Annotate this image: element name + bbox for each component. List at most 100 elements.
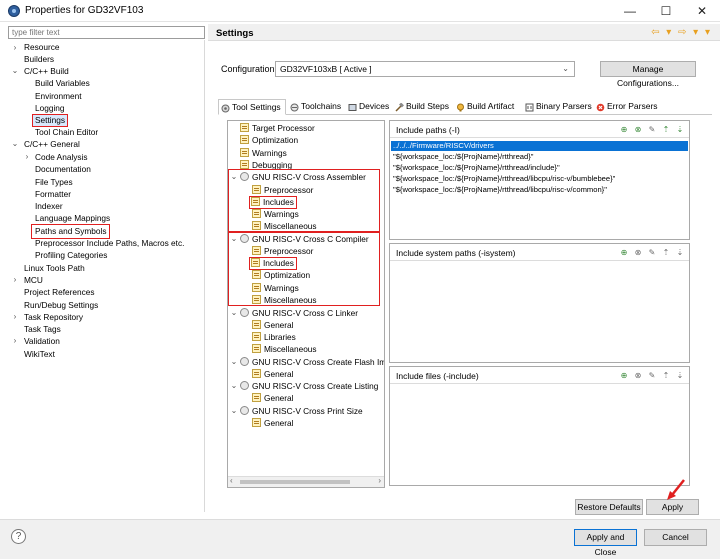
delete-icon[interactable]: ⊗ (633, 248, 643, 258)
help-icon[interactable]: ? (11, 529, 26, 544)
delete-icon[interactable]: ⊗ (633, 125, 643, 135)
tool-item-create-listing[interactable]: GNU RISC-V Cross Create Listing (240, 381, 378, 392)
edit-icon[interactable]: ✎ (647, 248, 657, 258)
add-icon[interactable]: ⊕ (619, 248, 629, 258)
chevron-down-icon[interactable]: ⌄ (230, 357, 238, 366)
back-forward-arrows-icon[interactable]: ⇦ ▾ ⇨ ▾ ▾ (651, 27, 712, 38)
scroll-right-icon[interactable]: › (378, 476, 381, 485)
nav-item-preprocessor-include-paths[interactable]: Preprocessor Include Paths, Macros etc. (35, 238, 184, 249)
nav-item-mcu[interactable]: MCU (24, 275, 43, 286)
tool-item-gnu-riscv-assembler[interactable]: GNU RISC-V Cross Assembler (240, 172, 366, 183)
tab-toolchains[interactable]: Toolchains (288, 99, 344, 115)
nav-item-file-types[interactable]: File Types (35, 177, 73, 188)
chevron-down-icon[interactable]: ⌄ (230, 172, 238, 181)
nav-item-builders[interactable]: Builders (24, 54, 54, 65)
nav-item-linux-tools-path[interactable]: Linux Tools Path (24, 263, 85, 274)
configuration-select[interactable]: GD32VF103xB [ Active ] ⌄ (275, 61, 575, 77)
tool-item-optimization[interactable]: Optimization (240, 135, 298, 146)
tool-item-linker-libraries[interactable]: Libraries (252, 332, 296, 343)
tool-item-c-preprocessor[interactable]: Preprocessor (252, 246, 313, 257)
chevron-down-icon[interactable]: ⌄ (230, 234, 238, 243)
horizontal-scrollbar[interactable]: ‹ › (228, 476, 384, 487)
chevron-down-icon[interactable]: ⌄ (11, 66, 19, 75)
add-icon[interactable]: ⊕ (619, 371, 629, 381)
nav-item-cpp-general[interactable]: C/C++ General (24, 139, 80, 150)
tool-item-linker-general[interactable]: General (252, 320, 294, 331)
nav-item-code-analysis[interactable]: Code Analysis (35, 152, 88, 163)
include-path-row[interactable]: "${workspace_loc:/${ProjName}/rtthread}" (391, 152, 533, 162)
tool-item-asm-includes[interactable]: Includes (249, 196, 297, 209)
tool-item-flash-general[interactable]: General (252, 369, 294, 380)
chevron-right-icon[interactable]: › (23, 152, 31, 161)
tool-item-gnu-riscv-c-linker[interactable]: GNU RISC-V Cross C Linker (240, 308, 358, 319)
move-up-icon[interactable]: ⇡ (661, 125, 671, 135)
move-up-icon[interactable]: ⇡ (661, 371, 671, 381)
nav-item-task-tags[interactable]: Task Tags (24, 324, 61, 335)
tool-item-listing-general[interactable]: General (252, 393, 294, 404)
nav-item-cpp-build[interactable]: C/C++ Build (24, 66, 69, 77)
move-up-icon[interactable]: ⇡ (661, 248, 671, 258)
nav-item-profiling-categories[interactable]: Profiling Categories (35, 250, 107, 261)
include-path-row[interactable]: "${workspace_loc:/${ProjName}/rtthread/l… (391, 174, 615, 184)
tool-item-print-size[interactable]: GNU RISC-V Cross Print Size (240, 406, 363, 417)
chevron-down-icon[interactable]: ⌄ (230, 381, 238, 390)
tab-devices[interactable]: Devices (346, 99, 390, 115)
tool-item-c-optimization[interactable]: Optimization (252, 270, 310, 281)
tool-item-gnu-riscv-c-compiler[interactable]: GNU RISC-V Cross C Compiler (240, 234, 369, 245)
chevron-right-icon[interactable]: › (11, 43, 19, 52)
move-down-icon[interactable]: ⇣ (675, 371, 685, 381)
nav-item-build-variables[interactable]: Build Variables (35, 78, 90, 89)
nav-item-validation[interactable]: Validation (24, 336, 60, 347)
scrollbar-thumb[interactable] (240, 480, 350, 484)
minimize-button[interactable]: — (612, 0, 648, 22)
tool-item-asm-warnings[interactable]: Warnings (252, 209, 299, 220)
nav-item-formatter[interactable]: Formatter (35, 189, 71, 200)
move-down-icon[interactable]: ⇣ (675, 248, 685, 258)
tab-tool-settings[interactable]: Tool Settings (218, 99, 286, 115)
scroll-left-icon[interactable]: ‹ (230, 476, 233, 485)
include-path-row[interactable]: ../../../Firmware/RISCV/drivers (391, 141, 688, 151)
nav-item-tool-chain-editor[interactable]: Tool Chain Editor (35, 127, 98, 138)
edit-icon[interactable]: ✎ (647, 371, 657, 381)
nav-item-task-repository[interactable]: Task Repository (24, 312, 83, 323)
manage-configurations-button[interactable]: Manage Configurations... (600, 61, 696, 88)
tool-item-create-flash-image[interactable]: GNU RISC-V Cross Create Flash Imag (240, 357, 384, 368)
tab-build-artifact[interactable]: Build Artifact (454, 99, 520, 115)
chevron-right-icon[interactable]: › (11, 312, 19, 321)
nav-item-indexer[interactable]: Indexer (35, 201, 63, 212)
delete-icon[interactable]: ⊗ (633, 371, 643, 381)
restore-defaults-button[interactable]: Restore Defaults (575, 499, 643, 515)
include-path-row[interactable]: "${workspace_loc:/${ProjName}/rtthread/i… (391, 163, 560, 173)
tool-item-c-miscellaneous[interactable]: Miscellaneous (252, 295, 317, 306)
nav-item-project-references[interactable]: Project References (24, 287, 95, 298)
nav-item-run-debug-settings[interactable]: Run/Debug Settings (24, 300, 98, 311)
chevron-down-icon[interactable]: ⌄ (230, 406, 238, 415)
tool-item-warnings[interactable]: Warnings (240, 148, 287, 159)
nav-item-language-mappings[interactable]: Language Mappings (35, 213, 110, 224)
move-down-icon[interactable]: ⇣ (675, 125, 685, 135)
tool-item-target-processor[interactable]: Target Processor (240, 123, 315, 134)
maximize-button[interactable]: ☐ (648, 0, 684, 22)
tool-item-c-includes[interactable]: Includes (249, 257, 297, 270)
tool-item-asm-preprocessor[interactable]: Preprocessor (252, 185, 313, 196)
cancel-button[interactable]: Cancel (644, 529, 707, 546)
close-button[interactable]: ✕ (684, 0, 720, 22)
nav-item-logging[interactable]: Logging (35, 103, 65, 114)
tool-item-size-general[interactable]: General (252, 418, 294, 429)
tool-item-asm-miscellaneous[interactable]: Miscellaneous (252, 221, 317, 232)
add-icon[interactable]: ⊕ (619, 125, 629, 135)
tab-build-steps[interactable]: Build Steps (393, 99, 451, 115)
filter-input[interactable] (8, 26, 205, 39)
include-path-row[interactable]: "${workspace_loc:/${ProjName}/rtthread/l… (391, 185, 607, 195)
tab-error-parsers[interactable]: Error Parsers (594, 99, 660, 115)
chevron-down-icon[interactable]: ⌄ (230, 308, 238, 317)
tab-binary-parsers[interactable]: Binary Parsers (523, 99, 592, 115)
tool-item-linker-miscellaneous[interactable]: Miscellaneous (252, 344, 317, 355)
nav-item-paths-and-symbols[interactable]: Paths and Symbols (30, 224, 111, 239)
nav-item-wikitext[interactable]: WikiText (24, 349, 55, 360)
edit-icon[interactable]: ✎ (647, 125, 657, 135)
chevron-right-icon[interactable]: › (11, 336, 19, 345)
nav-item-resource[interactable]: Resource (24, 42, 60, 53)
nav-item-settings[interactable]: Settings (32, 114, 68, 127)
chevron-right-icon[interactable]: › (11, 275, 19, 284)
